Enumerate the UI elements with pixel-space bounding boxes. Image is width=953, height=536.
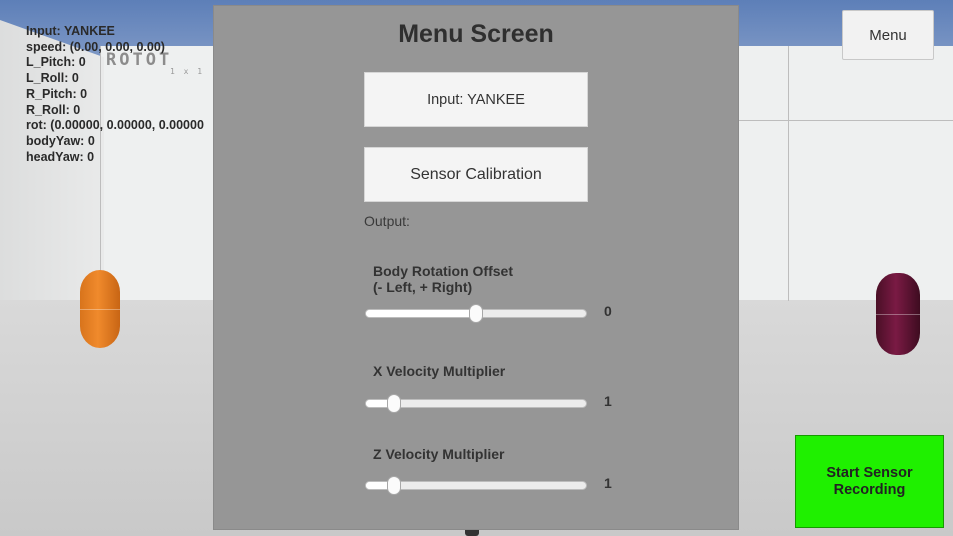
slider-fill <box>366 310 476 317</box>
body-rotation-offset-label: Body Rotation Offset (- Left, + Right) <box>373 263 513 295</box>
z-velocity-multiplier-label: Z Velocity Multiplier <box>373 446 504 462</box>
x-velocity-multiplier-label: X Velocity Multiplier <box>373 363 505 379</box>
z-velocity-multiplier-slider[interactable] <box>365 476 587 495</box>
z-velocity-multiplier-value: 1 <box>604 475 612 491</box>
body-rotation-offset-hint: (- Left, + Right) <box>373 279 473 295</box>
x-velocity-multiplier-title: X Velocity Multiplier <box>373 363 506 379</box>
body-rotation-offset-slider[interactable] <box>365 304 587 323</box>
debug-speed: speed: (0.00, 0.00, 0.00) <box>26 39 165 54</box>
debug-r-pitch: R_Pitch: 0 <box>26 86 88 101</box>
record-button-line2: Recording <box>833 481 906 498</box>
start-sensor-recording-button[interactable]: Start Sensor Recording <box>795 435 944 528</box>
debug-body-yaw: bodyYaw: 0 <box>26 133 95 148</box>
purple-capsule <box>876 273 920 355</box>
menu-button[interactable]: Menu <box>842 10 934 60</box>
orange-capsule <box>80 270 120 348</box>
z-velocity-multiplier-title: Z Velocity Multiplier <box>373 446 505 462</box>
wall-seam <box>788 46 789 301</box>
page-title: Menu Screen <box>398 20 554 48</box>
menu-panel: Menu Screen Input: YANKEE Sensor Calibra… <box>213 5 739 530</box>
debug-l-roll: L_Roll: 0 <box>26 71 79 86</box>
input-select-label: Input: YANKEE <box>427 91 525 108</box>
sensor-calibration-button[interactable]: Sensor Calibration <box>364 147 588 202</box>
slider-handle[interactable] <box>387 476 401 495</box>
debug-r-roll: R_Roll: 0 <box>26 102 81 117</box>
debug-head-yaw: headYaw: 0 <box>26 149 95 164</box>
input-select-button[interactable]: Input: YANKEE <box>364 72 588 127</box>
debug-overlay: Input: YANKEE speed: (0.00, 0.00, 0.00) … <box>26 24 204 165</box>
debug-l-pitch: L_Pitch: 0 <box>26 55 86 70</box>
body-rotation-offset-title: Body Rotation Offset <box>373 263 513 279</box>
x-velocity-multiplier-value: 1 <box>604 393 612 409</box>
debug-input: Input: YANKEE <box>26 24 115 38</box>
menu-button-label: Menu <box>869 26 907 44</box>
body-rotation-offset-value: 0 <box>604 303 612 319</box>
slider-handle[interactable] <box>387 394 401 413</box>
record-button-line1: Start Sensor <box>826 464 913 481</box>
slider-handle[interactable] <box>469 304 483 323</box>
wall-seam <box>739 120 953 121</box>
debug-rot: rot: (0.00000, 0.00000, 0.00000 <box>26 118 204 133</box>
sensor-calibration-label: Sensor Calibration <box>410 165 542 183</box>
x-velocity-multiplier-slider[interactable] <box>365 394 587 413</box>
output-label: Output: <box>364 213 410 229</box>
